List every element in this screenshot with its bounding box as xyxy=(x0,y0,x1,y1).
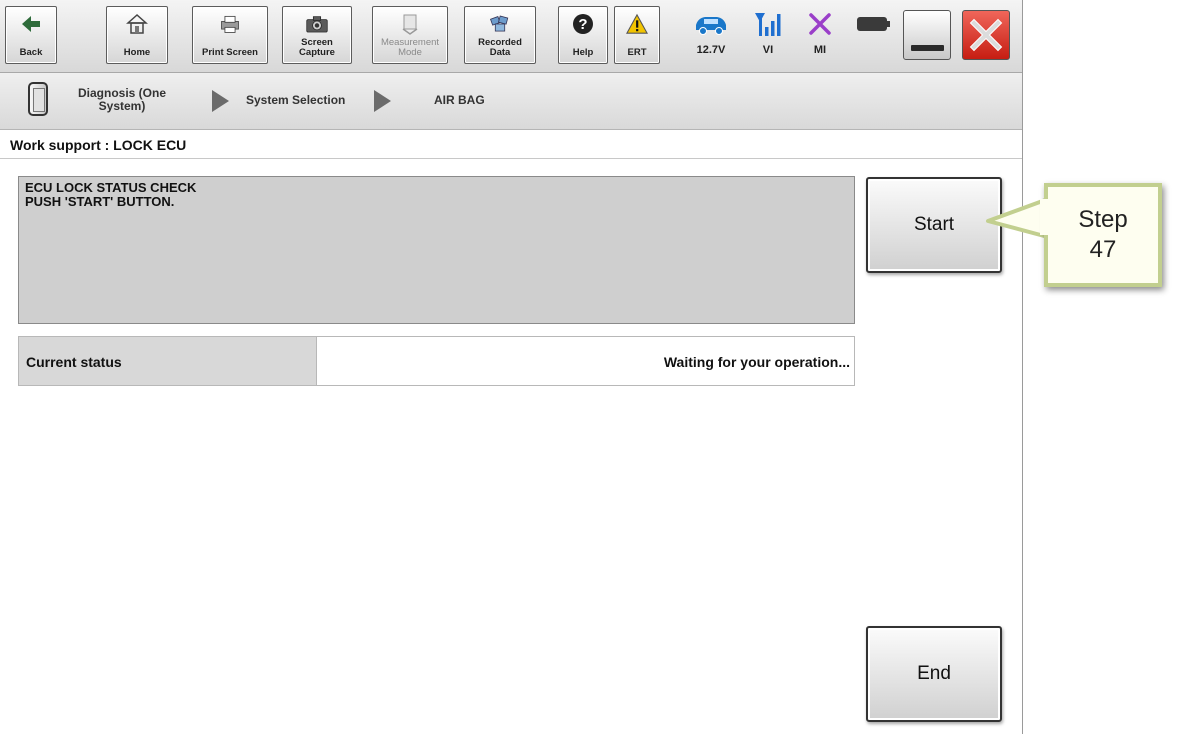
message-box: ECU LOCK STATUS CHECK PUSH 'START' BUTTO… xyxy=(18,176,855,324)
callout-seam-cover xyxy=(1040,199,1048,235)
print-screen-button[interactable]: Print Screen xyxy=(192,6,268,64)
svg-text:?: ? xyxy=(578,16,587,33)
breadcrumb-system-selection[interactable]: System Selection xyxy=(246,94,345,107)
current-status-label-cell: Current status xyxy=(18,336,317,386)
breadcrumb-arrow-icon xyxy=(374,90,391,112)
home-icon xyxy=(126,13,148,35)
back-label: Back xyxy=(19,47,43,58)
minimize-button[interactable] xyxy=(903,10,951,60)
breadcrumb-diagnosis[interactable]: Diagnosis (One System) xyxy=(78,87,166,113)
battery-indicator xyxy=(850,10,896,64)
message-line-2: PUSH 'START' BUTTON. xyxy=(25,194,175,209)
page-title: Work support : LOCK ECU xyxy=(10,137,187,153)
measurement-icon xyxy=(399,13,421,35)
measurement-mode-button[interactable]: Measurement Mode xyxy=(372,6,448,64)
current-status-value: Waiting for your operation... xyxy=(663,354,850,370)
mi-label: MI xyxy=(813,44,827,56)
toolbar: Back Home Print Screen Screen Capture Me… xyxy=(0,0,1022,73)
mi-indicator: MI xyxy=(797,10,843,64)
current-status-label: Current status xyxy=(26,354,122,370)
message-line-1: ECU LOCK STATUS CHECK xyxy=(25,180,197,195)
recorded-data-label-2: Data xyxy=(489,47,511,58)
ert-label: ERT xyxy=(627,47,647,58)
end-button[interactable]: End xyxy=(866,626,1002,722)
step-callout-line2: 47 xyxy=(1089,236,1117,263)
home-label: Home xyxy=(123,47,151,58)
screen-capture-button[interactable]: Screen Capture xyxy=(282,6,352,64)
breadcrumb-air-bag: AIR BAG xyxy=(434,93,485,107)
recorded-data-icon xyxy=(489,13,511,35)
warning-icon xyxy=(626,13,648,35)
device-icon xyxy=(28,82,48,116)
back-arrow-icon xyxy=(20,13,42,35)
measurement-mode-label-2: Mode xyxy=(398,47,422,58)
back-button[interactable]: Back xyxy=(5,6,57,64)
start-button[interactable]: Start xyxy=(866,177,1002,273)
ert-button[interactable]: ERT xyxy=(614,6,660,64)
help-icon: ? xyxy=(572,13,594,35)
recorded-data-button[interactable]: Recorded Data xyxy=(464,6,536,64)
step-callout: Step 47 xyxy=(1044,183,1162,287)
minimize-icon xyxy=(911,45,944,51)
page-title-bar: Work support : LOCK ECU xyxy=(0,130,1022,159)
close-icon xyxy=(963,11,1009,59)
signal-icon xyxy=(750,10,786,38)
print-screen-label: Print Screen xyxy=(202,47,258,58)
vi-label: VI xyxy=(762,44,774,56)
end-button-label: End xyxy=(917,663,951,684)
mi-x-icon xyxy=(802,10,838,38)
battery-voltage-indicator: 12.7V xyxy=(688,10,734,64)
printer-icon xyxy=(219,13,241,35)
breadcrumb: Diagnosis (One System) System Selection … xyxy=(0,73,1022,130)
car-icon xyxy=(693,10,729,38)
battery-icon xyxy=(855,10,891,38)
help-button[interactable]: ? Help xyxy=(558,6,608,64)
breadcrumb-arrow-icon xyxy=(212,90,229,112)
app-window: Back Home Print Screen Screen Capture Me… xyxy=(0,0,1023,734)
start-button-label: Start xyxy=(913,214,955,235)
current-status-value-cell: Waiting for your operation... xyxy=(317,336,855,386)
battery-voltage-label: 12.7V xyxy=(696,44,726,56)
camera-icon xyxy=(306,13,328,35)
home-button[interactable]: Home xyxy=(106,6,168,64)
help-label: Help xyxy=(572,47,594,58)
close-button[interactable] xyxy=(962,10,1010,60)
step-callout-line1: Step xyxy=(1078,206,1128,233)
vi-indicator: VI xyxy=(745,10,791,64)
screen-capture-label-2: Capture xyxy=(299,47,335,58)
breadcrumb-diagnosis-line2: System) xyxy=(98,99,146,113)
